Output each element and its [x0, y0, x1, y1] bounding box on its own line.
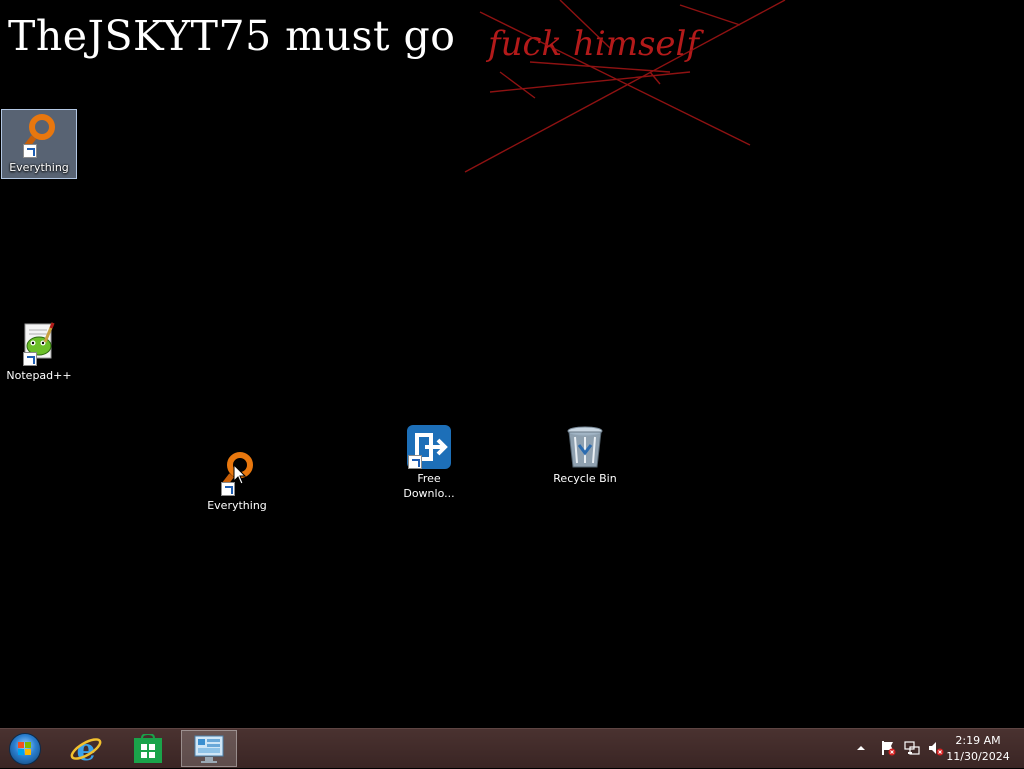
system-tray: 2:19 AM 11/30/2024 [834, 729, 1024, 769]
clock-date: 11/30/2024 [946, 750, 1010, 763]
taskbar-store[interactable] [120, 730, 176, 767]
network-icon[interactable] [904, 740, 920, 758]
free-download-manager-icon [405, 423, 453, 471]
recycle-bin-icon [561, 423, 609, 471]
svg-text:e: e [76, 733, 95, 766]
shortcut-arrow-icon [23, 144, 37, 158]
desktop-icon-recycle-bin[interactable]: Recycle Bin [547, 421, 623, 491]
control-panel-icon [194, 735, 224, 763]
wallpaper-headline: TheJSKYT75 must go [8, 12, 456, 60]
everything-icon [15, 112, 63, 160]
volume-muted-icon[interactable] [928, 740, 944, 758]
desktop-icon-free-download-manager[interactable]: Free Downlo... [391, 421, 467, 501]
action-center-flag-icon[interactable] [880, 740, 896, 758]
taskbar-control-panel[interactable] [181, 730, 237, 767]
desktop-icon-notepadpp[interactable]: Notepad++ [1, 318, 77, 388]
desktop-icon-label: Notepad++ [6, 369, 72, 382]
show-hidden-icons-arrow[interactable] [856, 740, 866, 758]
notepadpp-icon [15, 320, 63, 368]
taskbar-internet-explorer[interactable]: e [58, 730, 114, 767]
shortcut-arrow-icon [23, 352, 37, 366]
desktop-icon-label: Everything [9, 161, 69, 174]
desktop-icon-label: Everything [207, 499, 267, 512]
shortcut-arrow-icon [408, 455, 422, 469]
start-button[interactable] [0, 730, 56, 767]
mouse-cursor-icon [233, 464, 247, 485]
desktop-icon-everything-1[interactable]: Everything [1, 109, 77, 179]
desktop-icon-label: Recycle Bin [553, 472, 617, 485]
wallpaper-scribble-lines [464, 0, 786, 173]
desktop-icon-label: Free Downlo... [403, 472, 455, 500]
desktop[interactable]: TheJSKYT75 must go fuck himself Everythi… [0, 0, 1024, 728]
internet-explorer-icon: e [70, 733, 102, 766]
taskbar: e 2:19 AM 11/30/2024 [0, 728, 1024, 768]
windows-store-icon [134, 734, 162, 763]
taskbar-clock[interactable]: 2:19 AM 11/30/2024 [944, 733, 1012, 765]
windows-orb-icon [9, 733, 41, 765]
clock-time: 2:19 AM [955, 734, 1001, 747]
